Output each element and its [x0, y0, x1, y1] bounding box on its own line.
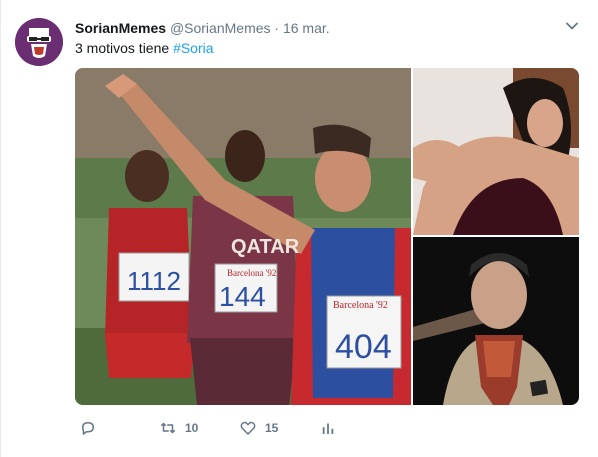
event-label-middle: Barcelona '92 [227, 268, 276, 278]
bib-number-left: 1112 [127, 266, 181, 296]
display-name[interactable]: SorianMemes [75, 20, 166, 36]
man-image [413, 237, 579, 405]
avatar[interactable] [15, 18, 63, 66]
tweet-text: 3 motivos tiene #Soria [75, 38, 214, 58]
photo-runners[interactable]: QATAR Barcelona '92 Barcelona '92 1112 1… [75, 68, 411, 405]
qatar-sponsor-text: QATAR [231, 236, 300, 258]
tweet-actions: 10 15 [75, 414, 475, 442]
media-grid: QATAR Barcelona '92 Barcelona '92 1112 1… [75, 68, 579, 405]
like-button[interactable]: 15 [239, 418, 278, 438]
heart-icon [240, 421, 256, 435]
chevron-down-icon[interactable] [564, 18, 580, 34]
retweet-icon [160, 422, 176, 434]
user-handle[interactable]: @SorianMemes [170, 20, 271, 36]
event-label-right: Barcelona '92 [333, 300, 388, 311]
retweet-count: 10 [185, 421, 199, 435]
retweet-button[interactable]: 10 [159, 418, 198, 438]
bib-number-right: 404 [335, 328, 392, 366]
woman-image [413, 68, 579, 235]
photo-woman[interactable] [413, 68, 579, 235]
tweet-card[interactable]: SorianMemes @SorianMemes · 16 mar. 3 mot… [0, 0, 598, 457]
separator-dot: · [274, 20, 280, 36]
bib-number-middle: 144 [219, 281, 266, 312]
analytics-icon [322, 423, 334, 434]
tweet-header: SorianMemes @SorianMemes · 16 mar. [75, 18, 578, 38]
hashtag-link[interactable]: #Soria [173, 40, 213, 56]
reply-icon [82, 422, 94, 435]
runners-image: QATAR Barcelona '92 Barcelona '92 1112 1… [75, 68, 411, 405]
avatar-logo-icon [15, 18, 63, 66]
reply-button[interactable] [79, 418, 97, 438]
tweet-timestamp[interactable]: 16 mar. [283, 20, 330, 36]
like-count: 15 [265, 421, 279, 435]
photo-man[interactable] [413, 237, 579, 405]
tweet-text-body: 3 motivos tiene [75, 40, 174, 56]
analytics-button[interactable] [319, 418, 337, 438]
